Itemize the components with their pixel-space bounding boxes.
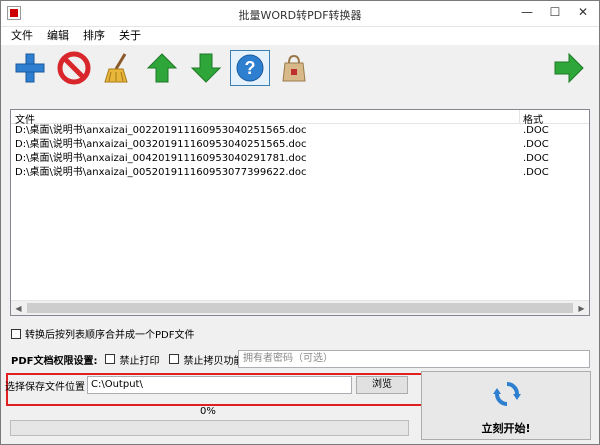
add-file-button[interactable] [10, 50, 50, 86]
remove-file-button[interactable] [54, 50, 94, 86]
no-copy-label: 禁止拷贝功能 [183, 355, 244, 367]
shopping-bag-icon [282, 54, 306, 82]
permission-label: PDF文档权限设置: [11, 355, 98, 367]
refresh-icon [493, 382, 521, 406]
scrollbar-thumb[interactable] [27, 303, 573, 313]
arrow-right-icon [554, 52, 584, 84]
close-icon[interactable]: ✕ [569, 1, 597, 23]
menu-sort[interactable]: 排序 [77, 27, 111, 45]
merge-label: 转换后按列表顺序合并成一个PDF文件 [25, 330, 195, 341]
merge-checkbox[interactable] [11, 328, 21, 339]
window-title: 批量WORD转PDF转换器 [238, 9, 362, 22]
horizontal-scrollbar[interactable]: ◀ ▶ [11, 300, 589, 315]
start-button[interactable]: 立刻开始! [421, 371, 591, 440]
arrow-up-icon [146, 53, 178, 83]
file-format: .DOC [523, 125, 549, 136]
no-print-checkbox[interactable] [105, 354, 116, 364]
arrow-down-icon [190, 53, 222, 83]
menu-edit[interactable]: 编辑 [41, 27, 75, 45]
plus-icon [15, 53, 45, 83]
no-print-label: 禁止打印 [119, 355, 160, 367]
next-button[interactable] [549, 50, 589, 86]
file-format: .DOC [523, 153, 549, 164]
progress-percent: 0% [200, 406, 216, 417]
list-item[interactable]: D:\桌面\说明书\anxaizai_002201911160953040251… [11, 124, 589, 138]
buy-button[interactable] [274, 50, 314, 86]
minimize-icon[interactable]: — [513, 1, 541, 23]
svg-text:?: ? [245, 58, 256, 78]
broom-icon [104, 53, 128, 83]
start-label: 立刻开始! [481, 422, 531, 435]
move-down-button[interactable] [186, 50, 226, 86]
file-name: D:\桌面\说明书\anxaizai_002201911160953040251… [15, 125, 307, 136]
file-format: .DOC [523, 167, 549, 178]
merge-option[interactable]: 转换后按列表顺序合并成一个PDF文件 [11, 326, 194, 341]
question-icon: ? [236, 54, 264, 82]
no-print-option[interactable]: 禁止打印 [105, 352, 159, 367]
title-bar: 批量WORD转PDF转换器 — ☐ ✕ [1, 1, 599, 27]
list-item[interactable]: D:\桌面\说明书\anxaizai_005201911160953077399… [11, 166, 589, 180]
toolbar: ? [1, 45, 599, 91]
output-path-input[interactable]: C:\Output\ [87, 376, 352, 394]
column-divider[interactable] [519, 110, 520, 123]
app-window: 批量WORD转PDF转换器 — ☐ ✕ 文件 编辑 排序 关于 ? 文件 格式 … [0, 0, 600, 445]
list-item[interactable]: D:\桌面\说明书\anxaizai_003201911160953040251… [11, 138, 589, 152]
owner-password-field[interactable]: 拥有者密码（可选） [238, 350, 590, 368]
menu-about[interactable]: 关于 [113, 27, 147, 45]
no-copy-option[interactable]: 禁止拷贝功能 [169, 352, 243, 367]
prohibited-icon [57, 51, 91, 85]
clear-list-button[interactable] [98, 50, 138, 86]
menu-file[interactable]: 文件 [5, 27, 39, 45]
file-list-header: 文件 格式 [11, 110, 589, 126]
help-button[interactable]: ? [230, 50, 270, 86]
no-copy-checkbox[interactable] [169, 354, 180, 364]
list-item[interactable]: D:\桌面\说明书\anxaizai_004201911160953040291… [11, 152, 589, 166]
file-name: D:\桌面\说明书\anxaizai_005201911160953077399… [15, 167, 307, 178]
progress-bar [10, 420, 409, 436]
permission-settings: PDF文档权限设置: 禁止打印 禁止拷贝功能 拥有者密码（可选） [11, 350, 591, 368]
browse-button[interactable]: 浏览 [356, 376, 408, 394]
scroll-left-icon[interactable]: ◀ [11, 301, 26, 316]
file-list[interactable]: 文件 格式 D:\桌面\说明书\anxaizai_002201911160953… [10, 109, 590, 316]
file-name: D:\桌面\说明书\anxaizai_003201911160953040251… [15, 139, 307, 150]
move-up-button[interactable] [142, 50, 182, 86]
maximize-icon[interactable]: ☐ [541, 1, 569, 23]
scroll-right-icon[interactable]: ▶ [574, 301, 589, 316]
file-format: .DOC [523, 139, 549, 150]
output-path-label: 选择保存文件位置 [5, 382, 85, 393]
file-name: D:\桌面\说明书\anxaizai_004201911160953040291… [15, 153, 307, 164]
menu-bar: 文件 编辑 排序 关于 [1, 27, 599, 45]
